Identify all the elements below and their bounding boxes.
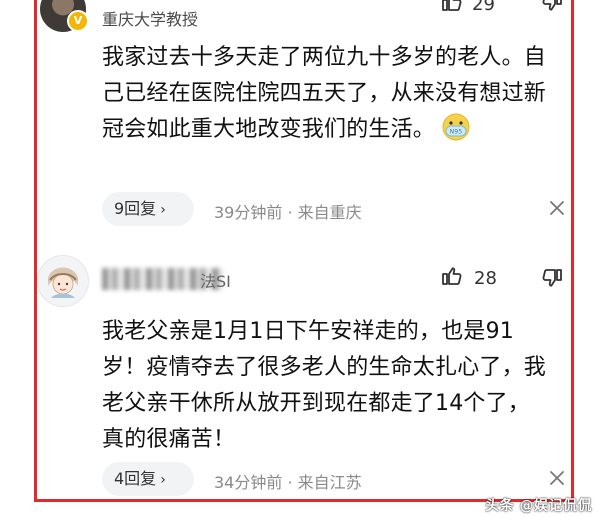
thumb-down-icon — [540, 0, 564, 19]
comment-body: 我家过去十多天走了两位九十多岁的老人。自己已经在医院住院四五天了，从来没有想过新… — [102, 45, 547, 142]
replies-count: 4回复 — [114, 469, 157, 488]
chevron-right-icon: › — [160, 202, 166, 218]
comment-feed: V 重庆大学教授 29 我家过去十多天走了两位九十多岁的老人。自己已经在医院住院… — [0, 0, 600, 523]
thumb-down-icon — [540, 266, 564, 295]
like-button[interactable]: 29 — [440, 0, 495, 19]
close-icon[interactable] — [548, 469, 566, 487]
watermark: 头条 @娱记侃侃 — [485, 498, 592, 514]
replies-button[interactable]: 4回复 › — [102, 462, 194, 496]
replies-button[interactable]: 9回复 › — [102, 192, 194, 226]
thumb-up-icon — [440, 264, 464, 293]
verified-badge: V — [67, 10, 89, 32]
like-button[interactable]: 28 — [440, 264, 497, 293]
mask-emoji-icon: N95 — [441, 112, 471, 142]
comment-text: 我老父亲是1月1日下午安祥走的，也是91岁！疫情夺去了很多老人的生命太扎心了，我… — [102, 319, 547, 452]
replies-count: 9回复 — [114, 199, 157, 218]
like-count: 28 — [474, 268, 497, 289]
dislike-button[interactable] — [540, 266, 564, 295]
author-name-tail: 法SI — [200, 272, 231, 291]
comment-meta: 39分钟前 · 来自重庆 — [214, 203, 362, 222]
like-count: 29 — [472, 0, 495, 15]
close-icon[interactable] — [548, 199, 566, 217]
mask-label: N95 — [450, 129, 463, 136]
comment-author[interactable]: 法SI — [102, 268, 252, 292]
avatar[interactable] — [37, 255, 89, 307]
dislike-button[interactable] — [540, 0, 564, 19]
chevron-right-icon: › — [160, 472, 166, 488]
comment-meta: 34分钟前 · 来自江苏 — [214, 473, 362, 492]
comment-author[interactable]: 重庆大学教授 — [102, 6, 198, 30]
thumb-up-icon — [440, 0, 464, 19]
comment-text: 我家过去十多天走了两位九十多岁的老人。自己已经在医院住院四五天了，从来没有想过新… — [102, 40, 552, 148]
